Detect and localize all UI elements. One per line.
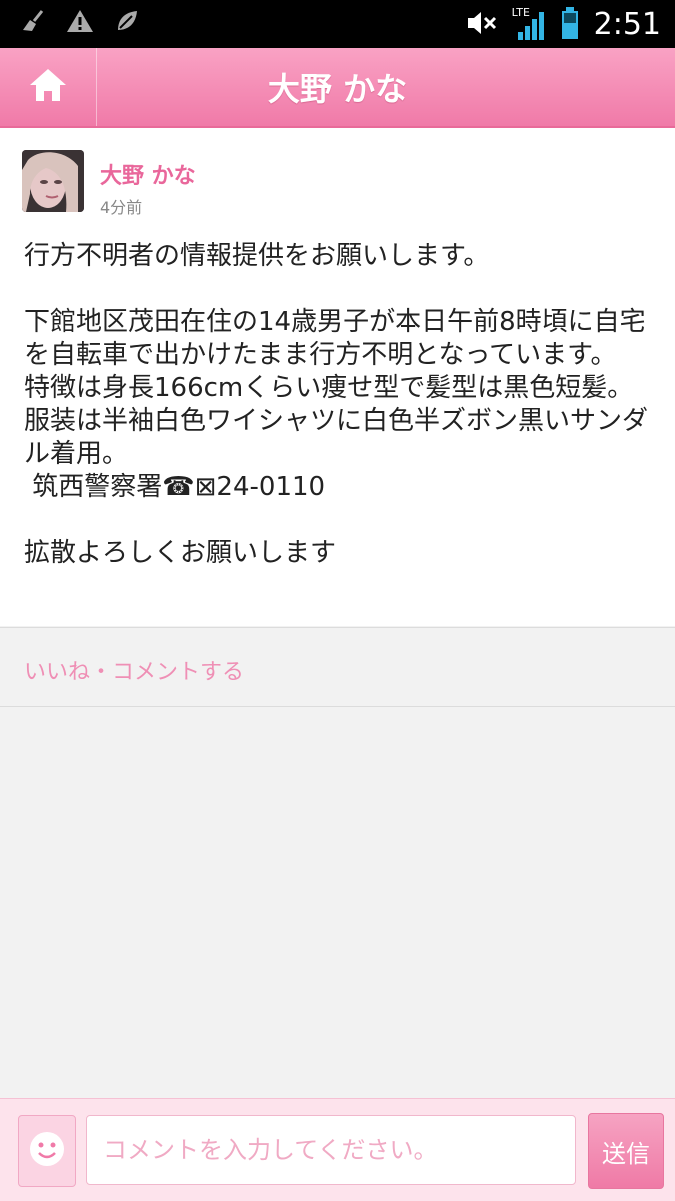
post-timestamp: 4分前 xyxy=(100,198,143,217)
status-bar: LTE 2:51 xyxy=(0,0,675,48)
avatar[interactable] xyxy=(22,150,84,212)
comment-bar: 送信 xyxy=(0,1098,675,1201)
post-paragraph: 下館地区茂田在住の14歳男子が本日午前8時頃に自宅を自転車で出かけたまま行方不明… xyxy=(24,307,649,502)
leaf-icon xyxy=(114,8,140,38)
broom-icon xyxy=(20,8,46,38)
send-button[interactable]: 送信 xyxy=(588,1113,664,1189)
author-name[interactable]: 大野 かな xyxy=(100,158,196,190)
action-bar: いいね・コメントする xyxy=(0,627,675,707)
emoji-button[interactable] xyxy=(18,1115,76,1187)
like-comment-button[interactable]: いいね・コメントする xyxy=(24,654,244,686)
warning-icon xyxy=(66,8,94,38)
home-icon xyxy=(28,67,68,107)
signal-icon: LTE xyxy=(512,6,546,42)
comment-input[interactable] xyxy=(86,1115,576,1185)
mute-icon xyxy=(466,8,498,42)
post-paragraph: 拡散よろしくお願いします xyxy=(24,538,337,568)
post-body: 行方不明者の情報提供をお願いします。 下館地区茂田在住の14歳男子が本日午前8時… xyxy=(24,240,654,570)
battery-icon xyxy=(560,6,580,44)
post-paragraph xyxy=(24,504,654,537)
post-paragraph: 行方不明者の情報提供をお願いします。 xyxy=(24,241,490,271)
app-header: 大野 かな xyxy=(0,48,675,128)
clock: 2:51 xyxy=(593,7,661,42)
post-paragraph xyxy=(24,273,654,306)
post-card: 大野 かな 4分前 行方不明者の情報提供をお願いします。 下館地区茂田在住の14… xyxy=(0,128,675,626)
smiley-icon xyxy=(28,1130,66,1172)
page-title: 大野 かな xyxy=(267,70,408,108)
home-button[interactable] xyxy=(0,48,97,126)
